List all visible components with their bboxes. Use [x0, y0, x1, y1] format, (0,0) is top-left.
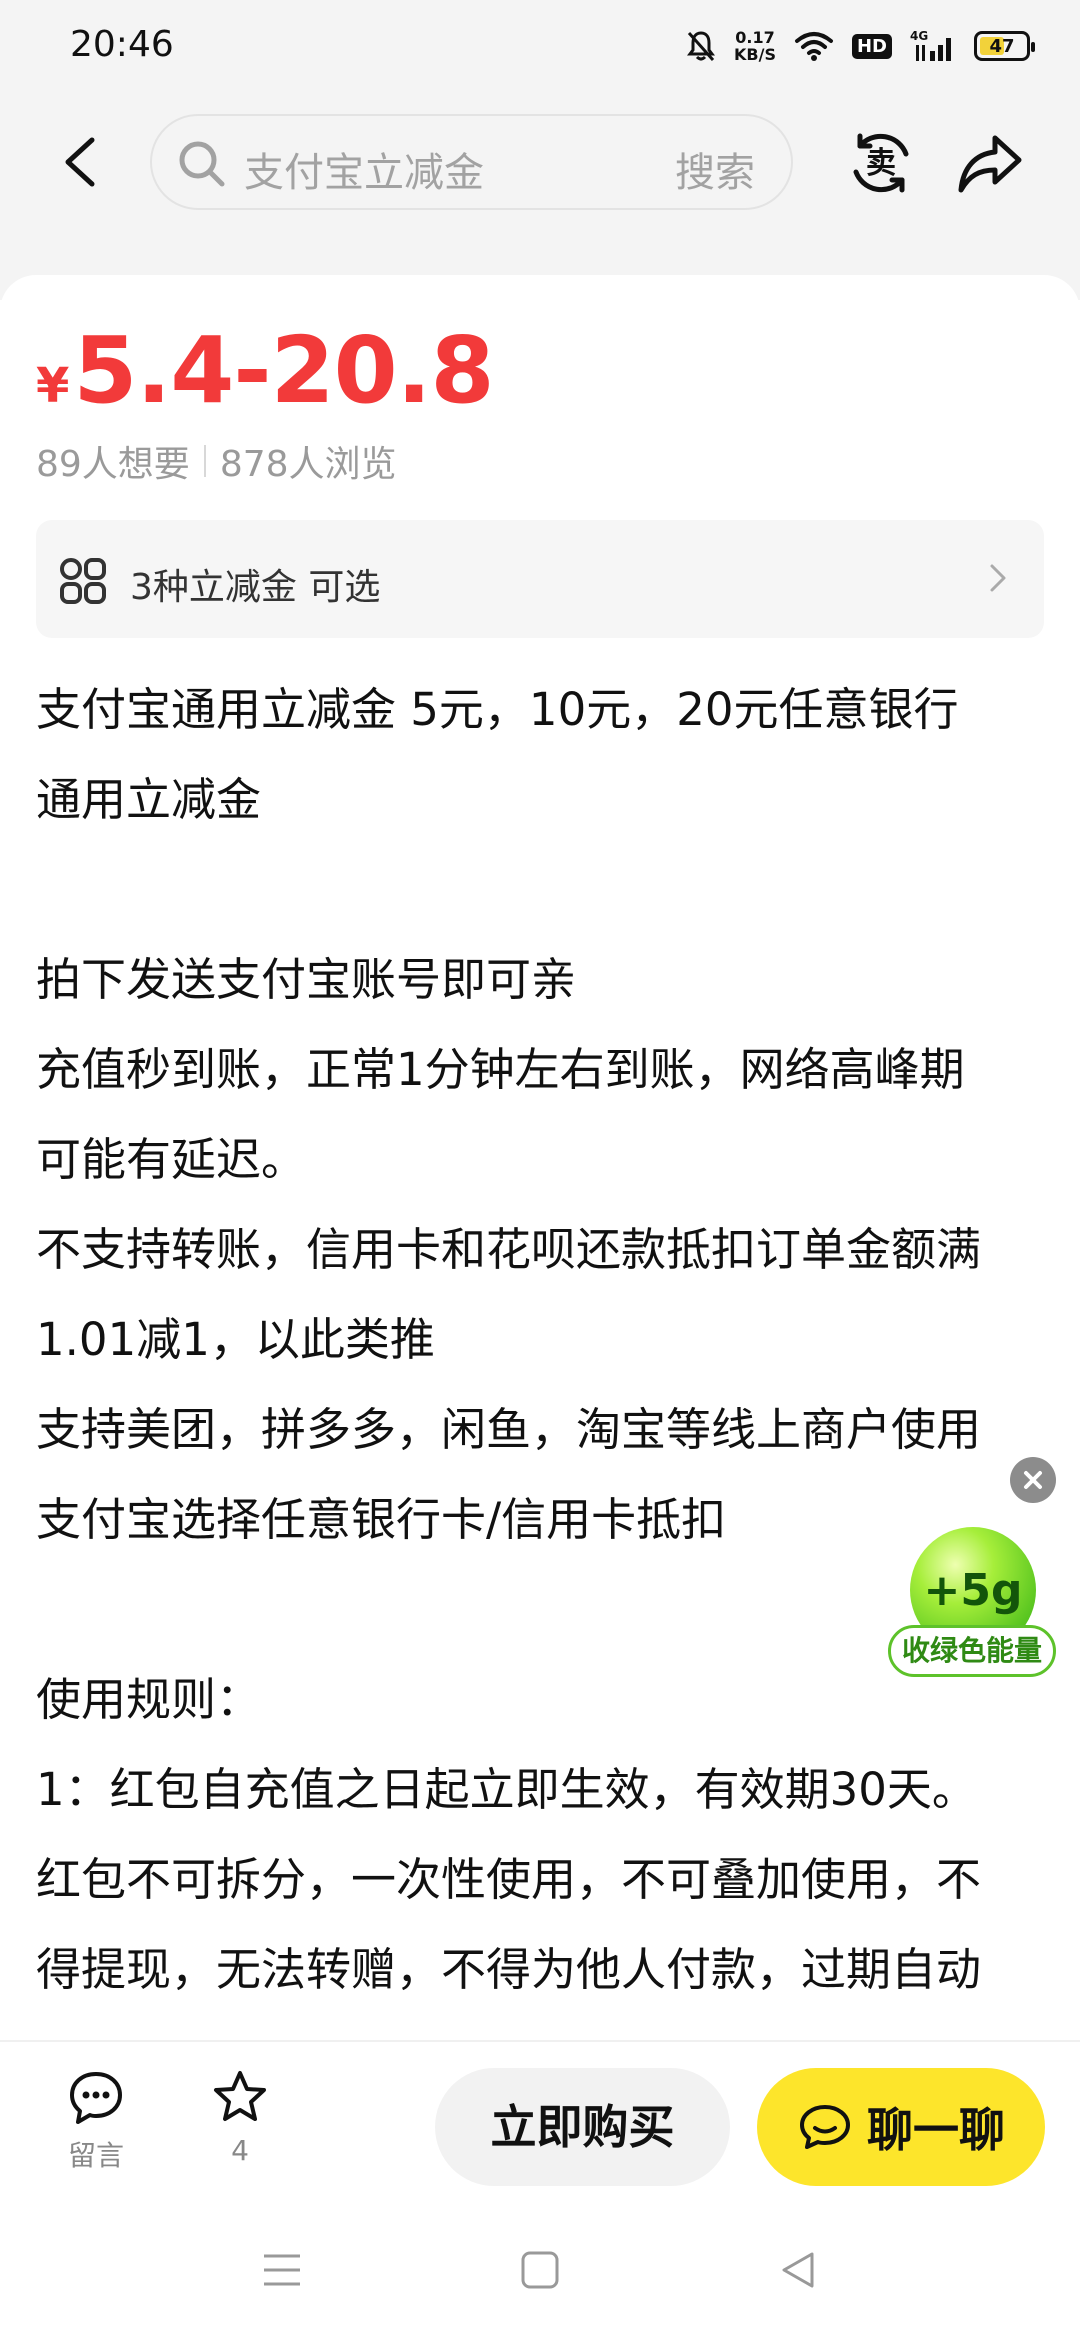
status-bar: 20:46 0.17 KB/S HD 4G 47 — [0, 0, 1080, 96]
want-count: 89人想要 — [36, 444, 190, 485]
battery-tip — [1031, 42, 1035, 52]
description-line: 可能有延迟。 — [36, 1133, 307, 1186]
price: ¥ 5.4-20.8 — [36, 317, 495, 424]
comment-button[interactable]: 留言 — [46, 2068, 146, 2174]
description-line: 1.01减1，以此类推 — [36, 1313, 435, 1366]
bottom-action-bar: 留言 4 立即购买 聊一聊 — [0, 2040, 1080, 2200]
coupon-options-row[interactable]: 3种立减金 可选 — [36, 520, 1044, 638]
grid-icon — [60, 558, 106, 604]
search-bar[interactable]: 支付宝立减金 搜索 — [150, 114, 793, 210]
top-nav-bar: 支付宝立减金 搜索 卖 — [0, 110, 1080, 214]
coupon-options-label: 3种立减金 可选 — [130, 567, 381, 608]
sell-icon[interactable]: 卖 — [848, 130, 914, 196]
product-description: 支付宝通用立减金 5元，10元，20元任意银行 通用立减金 拍下发送支付宝账号即… — [36, 665, 1056, 2015]
price-currency: ¥ — [36, 358, 70, 414]
home-icon[interactable] — [518, 2248, 562, 2292]
description-line: 不支持转账，信用卡和花呗还款抵扣订单金额满 — [36, 1223, 982, 1276]
energy-amount: +5g — [923, 1564, 1023, 1616]
battery-icon: 47 — [974, 31, 1035, 61]
back-triangle-icon[interactable] — [776, 2248, 820, 2292]
svg-text:4G: 4G — [910, 29, 928, 43]
status-time: 20:46 — [70, 24, 174, 65]
menu-icon[interactable] — [260, 2248, 304, 2292]
view-count: 878人浏览 — [219, 444, 397, 485]
energy-label[interactable]: 收绿色能量 — [888, 1625, 1056, 1677]
description-line: 拍下发送支付宝账号即可亲 — [36, 953, 577, 1006]
net-speed: 0.17 KB/S — [734, 29, 776, 63]
buy-now-button[interactable]: 立即购买 — [435, 2068, 730, 2186]
favorite-count: 4 — [231, 2134, 249, 2167]
description-line: 1：红包自充值之日起立即生效，有效期30天。 — [36, 1763, 977, 1816]
energy-close-button[interactable] — [1010, 1457, 1056, 1503]
comment-label: 留言 — [67, 2139, 124, 2172]
description-blank-line — [36, 845, 1056, 935]
mute-bell-icon — [687, 31, 716, 61]
back-button[interactable] — [50, 132, 110, 192]
battery-level: 47 — [989, 35, 1015, 57]
description-line: 支持美团，拼多多，闲鱼，淘宝等线上商户使用 — [36, 1403, 982, 1456]
search-placeholder: 支付宝立减金 — [244, 150, 484, 196]
favorite-button[interactable]: 4 — [190, 2068, 290, 2167]
search-icon — [179, 141, 225, 187]
system-nav-bar — [0, 2200, 1080, 2340]
signal-icon: 4G — [910, 29, 951, 61]
description-line: 支付宝通用立减金 5元，10元，20元任意银行 — [36, 683, 959, 736]
star-icon — [214, 2071, 266, 2121]
status-icons: 0.17 KB/S HD 4G 47 — [686, 24, 1035, 68]
product-info-card: ¥ 5.4-20.8 89人想要 878人浏览 3种立减金 可选 支付宝通用立减… — [0, 275, 1080, 2045]
back-icon — [65, 137, 95, 187]
stats-divider — [203, 445, 206, 477]
comment-icon — [70, 2072, 122, 2124]
share-icon[interactable] — [955, 130, 1025, 196]
chat-bubble-icon — [800, 2105, 850, 2149]
svg-text:卖: 卖 — [866, 146, 896, 181]
chevron-right-icon — [990, 564, 1006, 592]
close-icon — [1024, 1471, 1042, 1489]
search-button[interactable]: 搜索 — [675, 140, 755, 198]
net-speed-value: 0.17 — [735, 28, 775, 47]
product-detail-page: 20:46 0.17 KB/S HD 4G 47 支付宝立减金 搜索 卖 ¥ 5… — [0, 0, 1080, 2340]
description-line: 红包不可拆分，一次性使用，不可叠加使用，不 — [36, 1853, 982, 1906]
description-line: 充值秒到账，正常1分钟左右到账，网络高峰期 — [36, 1043, 965, 1096]
net-speed-unit: KB/S — [734, 45, 776, 64]
description-line: 通用立减金 — [36, 773, 262, 826]
wifi-icon — [794, 32, 833, 61]
description-line: 得提现，无法转赠，不得为他人付款，过期自动 — [36, 1943, 982, 1996]
chat-button[interactable]: 聊一聊 — [757, 2068, 1045, 2186]
chat-button-label: 聊一聊 — [867, 2103, 1005, 2157]
price-range: 5.4-20.8 — [73, 317, 494, 424]
description-line: 支付宝选择任意银行卡/信用卡抵扣 — [36, 1493, 727, 1546]
product-stats: 89人想要 878人浏览 — [36, 435, 397, 487]
hd-badge: HD — [851, 33, 892, 59]
